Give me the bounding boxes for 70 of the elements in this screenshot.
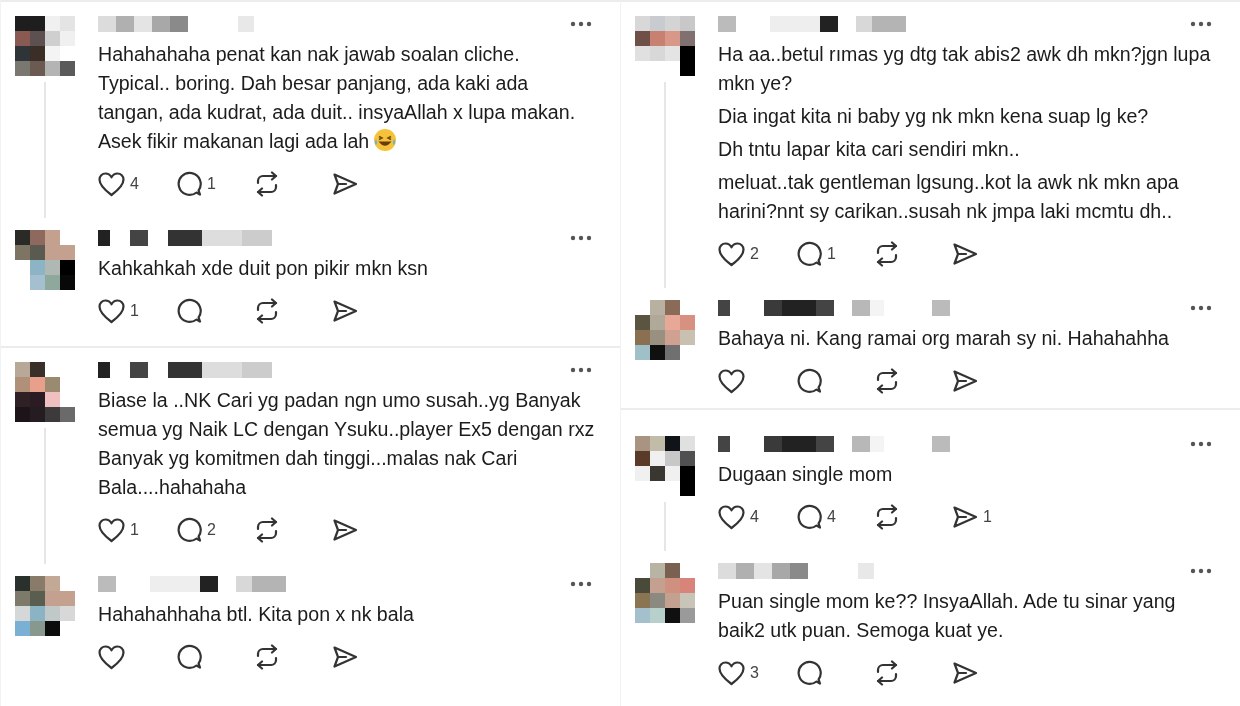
pixelated-avatar: [634, 16, 695, 76]
more-options-icon[interactable]: [570, 235, 592, 241]
repost-icon[interactable]: [254, 644, 280, 670]
pixelated-avatar: [14, 230, 75, 290]
comment-text: Dh tntu lapar kita cari sendiri mkn..: [718, 138, 1020, 160]
repost-icon[interactable]: [874, 368, 900, 394]
comment-text: Biase la ..NK Cari yg padan ngn umo susah..yg Banyak semua yg Naik LC dengan Ysuku..player Ex5 dengan rxz Banyak yg komitmen dah tinggi...malas nak Cari Bala....hahahaha: [98, 389, 595, 498]
more-options-icon[interactable]: [1190, 441, 1212, 447]
comment-icon[interactable]: [176, 517, 202, 543]
more-options-icon[interactable]: [1190, 568, 1212, 574]
heart-icon[interactable]: [98, 644, 125, 670]
pixelated-avatar: [634, 300, 695, 360]
share-icon[interactable]: [952, 661, 978, 685]
share-icon[interactable]: [952, 369, 978, 393]
repost-icon[interactable]: [254, 517, 280, 543]
more-options-icon[interactable]: [1190, 305, 1212, 311]
heart-icon[interactable]: [718, 368, 745, 394]
reply-count: 2: [207, 521, 216, 539]
share-icon[interactable]: [332, 172, 358, 196]
pixelated-avatar: [14, 362, 75, 422]
comment-icon[interactable]: [796, 241, 822, 267]
repost-icon[interactable]: [874, 241, 900, 267]
comment-text: Hahahahaha penat kan nak jawab soalan cliche. Typical.. boring. Dah besar panjang, ada kaki ada tangan, ada kudrat, ada duit.. insyaAllah x lupa makan. Asek fikir makanan lagi ada lah: [98, 43, 576, 152]
pixelated-avatar: [14, 576, 75, 636]
share-icon[interactable]: [952, 505, 978, 529]
like-count: 1: [130, 521, 139, 539]
repost-icon[interactable]: [254, 171, 280, 197]
comment-text: meluat..tak gentleman lgsung..kot la awk nk mkn apa harini?nnt sy carikan..susah nk jmpa laki mcmtu dh..: [718, 171, 1179, 222]
repost-icon[interactable]: [874, 504, 900, 530]
share-icon[interactable]: [332, 518, 358, 542]
comment-icon[interactable]: [176, 298, 202, 324]
heart-icon[interactable]: [98, 171, 125, 197]
share-count: 1: [983, 508, 992, 526]
comment-icon[interactable]: [176, 644, 202, 670]
more-options-icon[interactable]: [570, 581, 592, 587]
reply-count: 1: [207, 175, 216, 193]
like-count: 1: [130, 302, 139, 320]
reply-count: 1: [827, 245, 836, 263]
heart-icon[interactable]: [718, 241, 745, 267]
heart-icon[interactable]: [718, 660, 745, 686]
comment-icon[interactable]: [796, 504, 822, 530]
share-icon[interactable]: [952, 242, 978, 266]
share-icon[interactable]: [332, 299, 358, 323]
comment-text: Puan single mom ke?? InsyaAllah. Ade tu sinar yang baik2 utk puan. Semoga kuat ye.: [718, 590, 1176, 641]
comment-text: Kahkahkah xde duit pon pikir mkn ksn: [98, 257, 428, 279]
pixelated-avatar: [634, 436, 695, 496]
reply-count: 4: [827, 508, 836, 526]
heart-icon[interactable]: [98, 517, 125, 543]
comment-icon[interactable]: [796, 368, 822, 394]
repost-icon[interactable]: [254, 298, 280, 324]
like-count: 4: [130, 175, 139, 193]
comment-text: Ha aa..betul rımas yg dtg tak abis2 awk dh mkn?jgn lupa mkn ye?: [718, 43, 1211, 94]
like-count: 4: [750, 508, 759, 526]
more-options-icon[interactable]: [570, 367, 592, 373]
heart-icon[interactable]: [718, 504, 745, 530]
share-icon[interactable]: [332, 645, 358, 669]
repost-icon[interactable]: [874, 660, 900, 686]
like-count: 2: [750, 245, 759, 263]
comment-text: Dia ingat kita ni baby yg nk mkn kena suap lg ke?: [718, 105, 1149, 127]
heart-icon[interactable]: [98, 298, 125, 324]
pixelated-avatar: [634, 563, 695, 623]
more-options-icon[interactable]: [1190, 21, 1212, 27]
pixelated-avatar: [14, 16, 75, 76]
comment-text: Bahaya ni. Kang ramai org marah sy ni. Hahahahha: [718, 327, 1169, 349]
comment-icon[interactable]: [796, 660, 822, 686]
like-count: 3: [750, 664, 759, 682]
more-options-icon[interactable]: [570, 21, 592, 27]
comment-icon[interactable]: [176, 171, 202, 197]
comment-text: Hahahahhaha btl. Kita pon x nk bala: [98, 603, 414, 625]
comment-text: Dugaan single mom: [718, 463, 893, 485]
